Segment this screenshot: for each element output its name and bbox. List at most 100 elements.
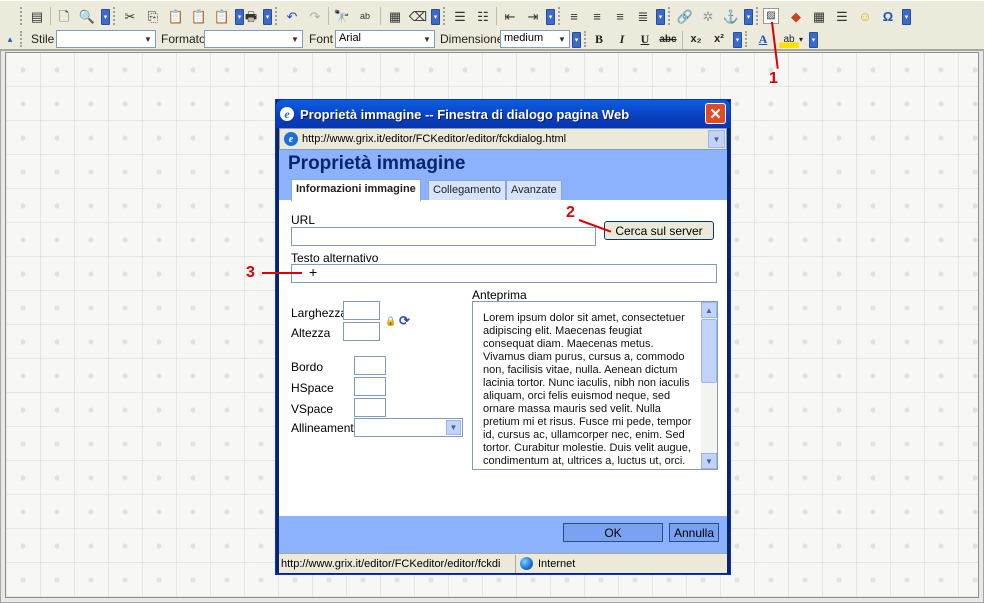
- subscript-button[interactable]: x₂: [686, 30, 706, 48]
- toolbar-dropdown-4[interactable]: ▾: [431, 9, 440, 25]
- scroll-up-icon[interactable]: ▲: [701, 302, 717, 318]
- toolbar-dropdown-10[interactable]: ▾: [733, 32, 742, 48]
- ok-button[interactable]: OK: [563, 523, 663, 542]
- address-bar[interactable]: e http://www.grix.it/editor/FCKeditor/ed…: [279, 128, 727, 150]
- cut-icon[interactable]: ✂: [120, 6, 140, 26]
- url-input[interactable]: [291, 227, 596, 246]
- border-label: Bordo: [291, 360, 324, 374]
- font-select[interactable]: Arial ▼: [335, 30, 435, 48]
- horizontal-rule-icon[interactable]: ☰: [832, 6, 852, 26]
- dialog-heading: Proprietà immagine: [288, 153, 466, 174]
- tab-link[interactable]: Collegamento: [428, 180, 506, 200]
- bold-button[interactable]: B: [589, 30, 609, 48]
- address-url: http://www.grix.it/editor/FCKeditor/edit…: [302, 133, 567, 145]
- unlink-icon[interactable]: ✲: [698, 6, 718, 26]
- width-input[interactable]: [343, 301, 380, 320]
- smiley-icon[interactable]: ☺: [855, 6, 875, 26]
- height-input[interactable]: [343, 322, 380, 341]
- scroll-thumb[interactable]: [701, 319, 717, 383]
- italic-button[interactable]: I: [612, 30, 632, 48]
- link-icon[interactable]: 🔗: [675, 6, 695, 26]
- anchor-icon[interactable]: ⚓: [721, 6, 741, 26]
- text-color-button[interactable]: A: [753, 30, 773, 48]
- toolbar-dropdown-8[interactable]: ▾: [902, 9, 911, 25]
- align-select[interactable]: ▼: [354, 418, 463, 437]
- preview-icon[interactable]: 🔍: [77, 6, 97, 26]
- ie-icon: e: [280, 107, 294, 121]
- flash-icon[interactable]: ◆: [786, 6, 806, 26]
- toolbar-dropdown-5[interactable]: ▾: [546, 9, 555, 25]
- main-toolbar: ▤ 🗋 🔍 ▾ ✂ ⎘ 📋 📋 📋 ▾ 🖶 ▾ ↶ ↷ 🔭 ab ▦ ⌫ ▾ ☰…: [0, 0, 984, 30]
- remove-format-icon[interactable]: ⌫: [408, 6, 428, 26]
- dialog-title-bar[interactable]: e Proprietà immagine -- Finestra di dial…: [276, 100, 730, 128]
- indent-icon[interactable]: ⇥: [523, 6, 543, 26]
- paste-icon[interactable]: 📋: [166, 6, 186, 26]
- tab-image-info[interactable]: Informazioni immagine: [291, 179, 421, 201]
- justify-icon[interactable]: ≣: [633, 6, 653, 26]
- scroll-down-icon[interactable]: ▼: [701, 453, 717, 469]
- table-icon[interactable]: ▦: [809, 6, 829, 26]
- tab-advanced[interactable]: Avanzate: [506, 180, 562, 200]
- globe-icon: [520, 557, 533, 570]
- callout-number-2: 2: [566, 204, 575, 221]
- superscript-button[interactable]: x²: [709, 30, 729, 48]
- bulleted-list-icon[interactable]: ☷: [473, 6, 493, 26]
- format-select[interactable]: ▼: [204, 30, 303, 48]
- cancel-button[interactable]: Annulla: [669, 523, 719, 542]
- alt-text-input[interactable]: [291, 264, 717, 283]
- numbered-list-icon[interactable]: ☰: [450, 6, 470, 26]
- dialog-footer: OK Annulla: [279, 516, 727, 553]
- toolbar-dropdown-9[interactable]: ▾: [572, 32, 581, 48]
- replace-icon[interactable]: ab: [355, 6, 375, 26]
- toolbar-grip: [443, 7, 447, 25]
- callout-number-1: 1: [769, 70, 778, 87]
- lock-ratio-icon[interactable]: 🔒: [385, 316, 396, 327]
- print-icon[interactable]: 🖶: [241, 6, 261, 26]
- redo-icon[interactable]: ↷: [305, 6, 325, 26]
- chevron-down-icon[interactable]: ▼: [708, 130, 725, 148]
- chevron-down-icon[interactable]: ▾: [797, 30, 805, 48]
- special-char-icon[interactable]: Ω: [878, 6, 898, 26]
- toolbar-dropdown-1[interactable]: ▾: [101, 9, 110, 25]
- underline-button[interactable]: U: [635, 30, 655, 48]
- select-all-icon[interactable]: ▦: [385, 6, 405, 26]
- collapse-toolbar-icon[interactable]: ▴: [5, 29, 15, 49]
- border-input[interactable]: [354, 356, 386, 375]
- outdent-icon[interactable]: ⇤: [500, 6, 520, 26]
- chevron-down-icon: ▼: [446, 420, 461, 435]
- toolbar-grip[interactable]: [20, 7, 24, 25]
- size-select[interactable]: medium ▼: [500, 30, 570, 48]
- hspace-input[interactable]: [354, 377, 386, 396]
- align-center-icon[interactable]: ≡: [587, 6, 607, 26]
- paste-word-icon[interactable]: 📋: [212, 6, 232, 26]
- background-color-button[interactable]: ab: [779, 30, 799, 48]
- browse-server-button[interactable]: Cerca sul server: [604, 221, 714, 240]
- paste-text-icon[interactable]: 📋: [189, 6, 209, 26]
- toolbar-grip: [275, 7, 279, 25]
- preview-label: Anteprima: [472, 288, 527, 302]
- style-select[interactable]: ▼: [56, 30, 156, 48]
- align-right-icon[interactable]: ≡: [610, 6, 630, 26]
- status-url: http://www.grix.it/editor/FCKeditor/edit…: [281, 557, 501, 570]
- align-left-icon[interactable]: ≡: [564, 6, 584, 26]
- close-button[interactable]: ✕: [705, 103, 726, 124]
- security-zone: Internet: [515, 554, 575, 573]
- alt-text-label: Testo alternativo: [291, 251, 379, 265]
- undo-icon[interactable]: ↶: [282, 6, 302, 26]
- copy-icon[interactable]: ⎘: [143, 6, 163, 26]
- preview-scrollbar[interactable]: ▲ ▼: [701, 302, 717, 469]
- hspace-label: HSpace: [291, 381, 334, 395]
- strikethrough-button[interactable]: abc: [658, 30, 678, 48]
- reset-size-icon[interactable]: ⟳: [399, 313, 410, 329]
- vspace-label: VSpace: [291, 402, 334, 416]
- source-icon[interactable]: ▤: [27, 6, 47, 26]
- toolbar-dropdown-3[interactable]: ▾: [263, 9, 272, 25]
- toolbar-dropdown-6[interactable]: ▾: [656, 9, 665, 25]
- new-page-icon[interactable]: 🗋: [54, 6, 74, 26]
- toolbar-dropdown-11[interactable]: ▾: [809, 32, 818, 48]
- ie-page-icon: e: [284, 132, 298, 146]
- toolbar-dropdown-7[interactable]: ▾: [744, 9, 753, 25]
- image-properties-dialog: e Proprietà immagine -- Finestra di dial…: [275, 99, 731, 575]
- find-icon[interactable]: 🔭: [332, 6, 352, 26]
- vspace-input[interactable]: [354, 398, 386, 417]
